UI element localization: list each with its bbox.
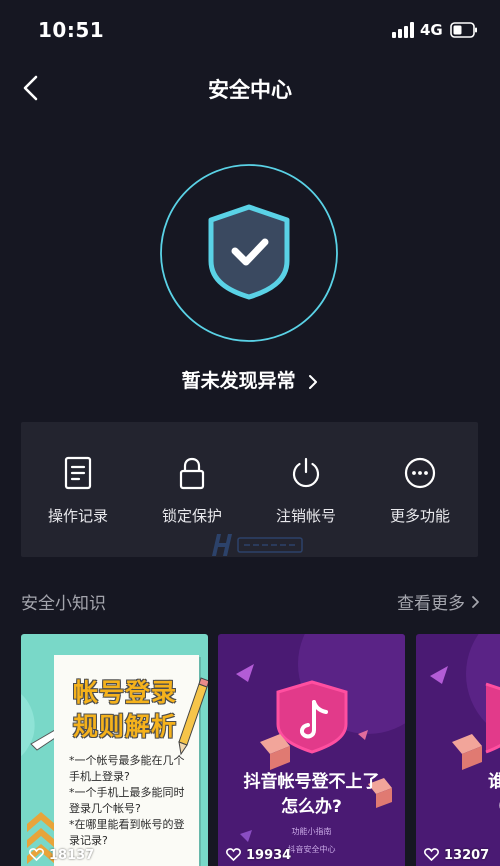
feature-operation-log[interactable]: 操作记录 [21,422,135,557]
like-count: 18137 [29,848,94,863]
chevron-right-icon [309,374,318,389]
status-time: 10:51 [38,18,105,42]
security-status-text: 暂未发现异常 [181,370,296,392]
lock-icon [179,457,205,490]
shield-check-icon [160,164,338,342]
power-icon [292,457,320,488]
feature-label: 注销帐号 [275,507,336,525]
feature-more[interactable]: 更多功能 [363,422,477,557]
card-title: 抖音帐号登不上了 怎么办? [243,772,380,817]
feature-label: 更多功能 [389,507,450,525]
battery-icon [450,22,477,38]
heart-icon [424,848,439,862]
card-title: 帐号登录 规则解析 [72,678,177,741]
feature-label: 操作记录 [47,507,108,525]
tip-card-cannot-login[interactable]: 抖音帐号登不上了 怎么办? 功能小指南 抖音安全中心 19934 [218,634,405,866]
document-icon [64,456,92,490]
more-icon [404,457,436,489]
view-more-label: 查看更多 [397,594,465,614]
security-center-screen: 10:51 4G 安全中心 暂未发现异常 操作记录 锁定保护 注销帐号 更多功能… [0,0,500,866]
card-bullets: *一个帐号最多能在几个 手机上登录? *一个手机上最多能同时 登录几个帐号? *… [69,754,185,847]
view-more-link[interactable]: 查看更多 [397,589,480,614]
tip-card-login-rules[interactable]: 帐号登录 规则解析 *一个帐号最多能在几个 手机上登录? *一个手机上最多能同时… [21,634,208,866]
chevron-right-icon [472,596,479,608]
watermark-logo [212,534,303,556]
status-bar: 10:51 4G [0,0,500,60]
heart-icon [29,848,44,862]
page-title: 安全中心 [208,78,292,102]
security-status-link[interactable]: 暂未发现异常 [0,366,500,393]
like-count: 19934 [226,848,291,863]
heart-icon [226,848,241,862]
feature-label: 锁定保护 [161,507,222,525]
card-illustration [430,634,500,770]
card-title: 谁动了我 （二次号 [488,772,500,817]
card-subtitle: 功能小指南 [291,827,332,836]
signal-icon [392,22,416,38]
section-title: 安全小知识 [21,594,106,614]
network-type: 4G [420,21,443,39]
like-count: 13207 [424,848,489,863]
tip-card-account-moved[interactable]: 谁动了我 （二次号 13207 [416,634,500,866]
